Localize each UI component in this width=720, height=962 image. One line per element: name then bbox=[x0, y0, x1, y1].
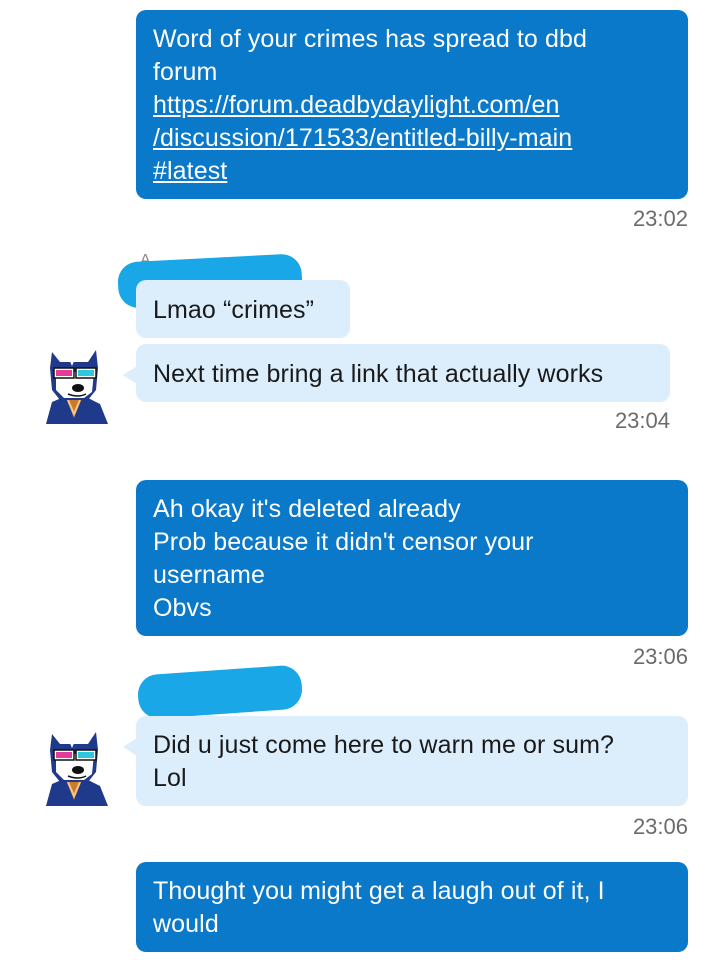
message-text: Next time bring a link that actually wor… bbox=[153, 360, 604, 388]
message-link-line[interactable]: #latest bbox=[153, 155, 671, 188]
message-text-line: username bbox=[153, 561, 265, 589]
dog-avatar-icon bbox=[46, 350, 108, 424]
contact-avatar[interactable] bbox=[38, 726, 112, 806]
outgoing-message[interactable]: Word of your crimes has spread to dbd fo… bbox=[136, 10, 688, 199]
message-text-line: Did u just come here to warn me or sum? bbox=[153, 731, 615, 759]
message-text-line: Thought you might get a laugh out of it,… bbox=[153, 877, 605, 905]
message-text-line: Ah okay it's deleted already bbox=[153, 495, 461, 523]
message-text-line: forum bbox=[153, 58, 218, 86]
message-link-line[interactable]: /discussion/171533/entitled-billy-main bbox=[153, 122, 671, 155]
message-text-line: Lol bbox=[153, 764, 187, 792]
message-text-line: Word of your crimes has spread to dbd bbox=[153, 25, 587, 53]
incoming-message[interactable]: Did u just come here to warn me or sum? … bbox=[123, 716, 688, 806]
message-timestamp: 23:06 bbox=[632, 814, 688, 839]
message-text-line: would bbox=[153, 910, 219, 938]
message-text-line: Obvs bbox=[153, 594, 212, 622]
outgoing-message[interactable]: Ah okay it's deleted already Prob becaus… bbox=[136, 480, 688, 636]
message-text: Lmao “crimes” bbox=[153, 296, 315, 324]
dog-avatar-icon bbox=[46, 732, 108, 806]
incoming-message[interactable]: Next time bring a link that actually wor… bbox=[123, 344, 670, 402]
message-timestamp: 23:02 bbox=[632, 206, 688, 231]
message-timestamp: 23:06 bbox=[632, 644, 688, 669]
redacted-sender-name bbox=[136, 664, 304, 720]
message-text-line: Prob because it didn't censor your bbox=[153, 528, 534, 556]
message-timestamp: 23:04 bbox=[614, 408, 670, 433]
outgoing-message[interactable]: Thought you might get a laugh out of it,… bbox=[136, 862, 688, 952]
message-link-line[interactable]: https://forum.deadbydaylight.com/en bbox=[153, 89, 671, 122]
contact-avatar[interactable] bbox=[38, 344, 112, 424]
incoming-message[interactable]: Lmao “crimes” bbox=[136, 280, 350, 338]
